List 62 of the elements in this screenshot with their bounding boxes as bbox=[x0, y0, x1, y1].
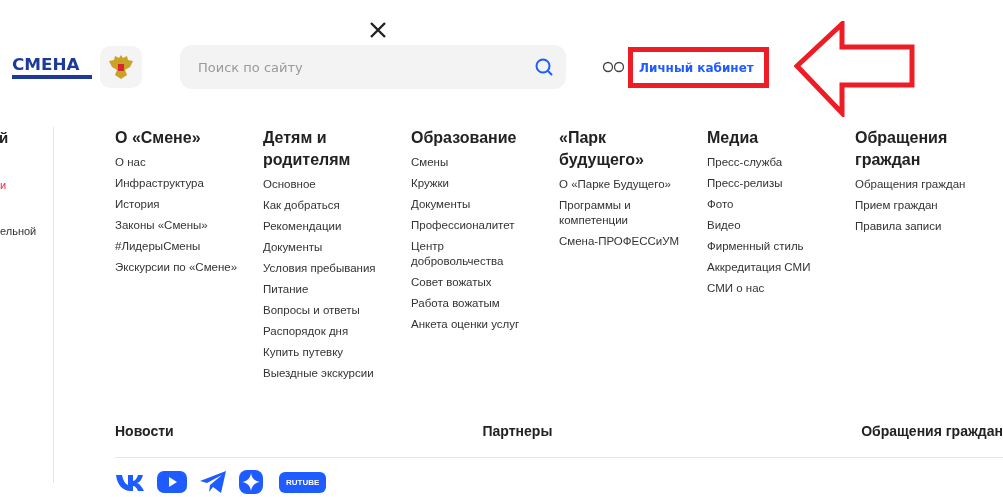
menu-link[interactable]: Фирменный стиль bbox=[707, 239, 847, 254]
menu-link[interactable]: Кружки bbox=[411, 176, 521, 191]
menu-link[interactable]: Документы bbox=[411, 197, 521, 212]
menu-link[interactable]: Купить путевку bbox=[263, 345, 403, 360]
menu-link[interactable]: #ЛидерыСмены bbox=[115, 239, 255, 254]
vk-icon[interactable] bbox=[115, 472, 145, 492]
menu-heading: Детям и родителям bbox=[263, 128, 352, 170]
menu-link[interactable]: Фото bbox=[707, 197, 847, 212]
menu-heading: й bbox=[0, 128, 10, 148]
menu-link[interactable]: ельной bbox=[0, 224, 53, 239]
menu-link[interactable]: Документы bbox=[263, 240, 403, 255]
menu-heading: Медиа bbox=[707, 128, 760, 148]
menu-link[interactable]: Смена-ПРОФЕССиУМ bbox=[559, 234, 684, 249]
menu-link[interactable]: Рекомендации bbox=[263, 219, 403, 234]
menu-link[interactable]: Прием граждан bbox=[855, 198, 995, 213]
video-play-icon[interactable] bbox=[157, 471, 187, 493]
menu-link[interactable]: Условия пребывания bbox=[263, 261, 403, 276]
footer-link[interactable]: Партнеры bbox=[482, 423, 553, 439]
menu-link[interactable]: О нас bbox=[115, 155, 255, 170]
search-field[interactable]: Поиск по сайту bbox=[180, 45, 566, 89]
search-icon[interactable] bbox=[534, 57, 554, 77]
close-icon[interactable] bbox=[367, 20, 388, 40]
footer-link[interactable]: Новости bbox=[115, 423, 174, 439]
menu-link[interactable]: Программы и компетенции bbox=[559, 198, 684, 228]
menu-link[interactable]: Экскурсии по «Смене» bbox=[115, 260, 255, 275]
menu-link[interactable]: Пресс-релизы bbox=[707, 176, 847, 191]
account-link[interactable]: Личный кабинет bbox=[639, 60, 754, 75]
sparkle-icon[interactable] bbox=[239, 470, 263, 494]
menu-link[interactable]: Смены bbox=[411, 155, 521, 170]
menu-link[interactable]: СМИ о нас bbox=[707, 281, 847, 296]
menu-heading: Обращения граждан bbox=[855, 128, 949, 170]
menu-link[interactable]: Законы «Смены» bbox=[115, 218, 255, 233]
menu-link[interactable]: Правила записи bbox=[855, 219, 995, 234]
menu-link[interactable]: Совет вожатых bbox=[411, 275, 521, 290]
menu-link[interactable]: Центр добровольчества bbox=[411, 239, 521, 269]
menu-link[interactable]: и bbox=[0, 178, 53, 193]
menu-heading: «Парк будущего» bbox=[559, 128, 645, 170]
menu-link[interactable]: Обращения граждан bbox=[855, 177, 995, 192]
menu-link[interactable]: Работа вожатым bbox=[411, 296, 521, 311]
logo-text: СМЕНА bbox=[12, 55, 81, 74]
menu-link[interactable]: О «Парке Будущего» bbox=[559, 177, 684, 192]
menu-link[interactable]: Основное bbox=[263, 177, 403, 192]
menu-link[interactable]: Пресс-служба bbox=[707, 155, 847, 170]
logo[interactable]: СМЕНА bbox=[12, 55, 92, 79]
emblem-button[interactable] bbox=[100, 46, 142, 88]
rutube-link[interactable]: RUTUBE bbox=[279, 471, 327, 493]
menu-heading: Образование bbox=[411, 128, 518, 148]
menu-link[interactable]: Инфраструктура bbox=[115, 176, 255, 191]
menu-link[interactable]: Аккредитация СМИ bbox=[707, 260, 847, 275]
menu-link[interactable]: Питание bbox=[263, 282, 403, 297]
menu-link[interactable]: Профессионалитет bbox=[411, 218, 521, 233]
footer-link[interactable]: Обращения граждан bbox=[861, 423, 1003, 439]
glasses-icon bbox=[602, 61, 626, 73]
menu-link[interactable]: Распорядок дня bbox=[263, 324, 403, 339]
menu-link[interactable]: Как добраться bbox=[263, 198, 403, 213]
menu-heading: О «Смене» bbox=[115, 128, 202, 148]
paper-plane-icon[interactable] bbox=[199, 470, 227, 494]
menu-link[interactable]: Анкета оценки услуг bbox=[411, 317, 521, 332]
menu-link[interactable]: Видео bbox=[707, 218, 847, 233]
menu-link[interactable]: История bbox=[115, 197, 255, 212]
menu-link[interactable]: Вопросы и ответы bbox=[263, 303, 403, 318]
menu-link[interactable]: Выездные экскурсии bbox=[263, 366, 403, 381]
